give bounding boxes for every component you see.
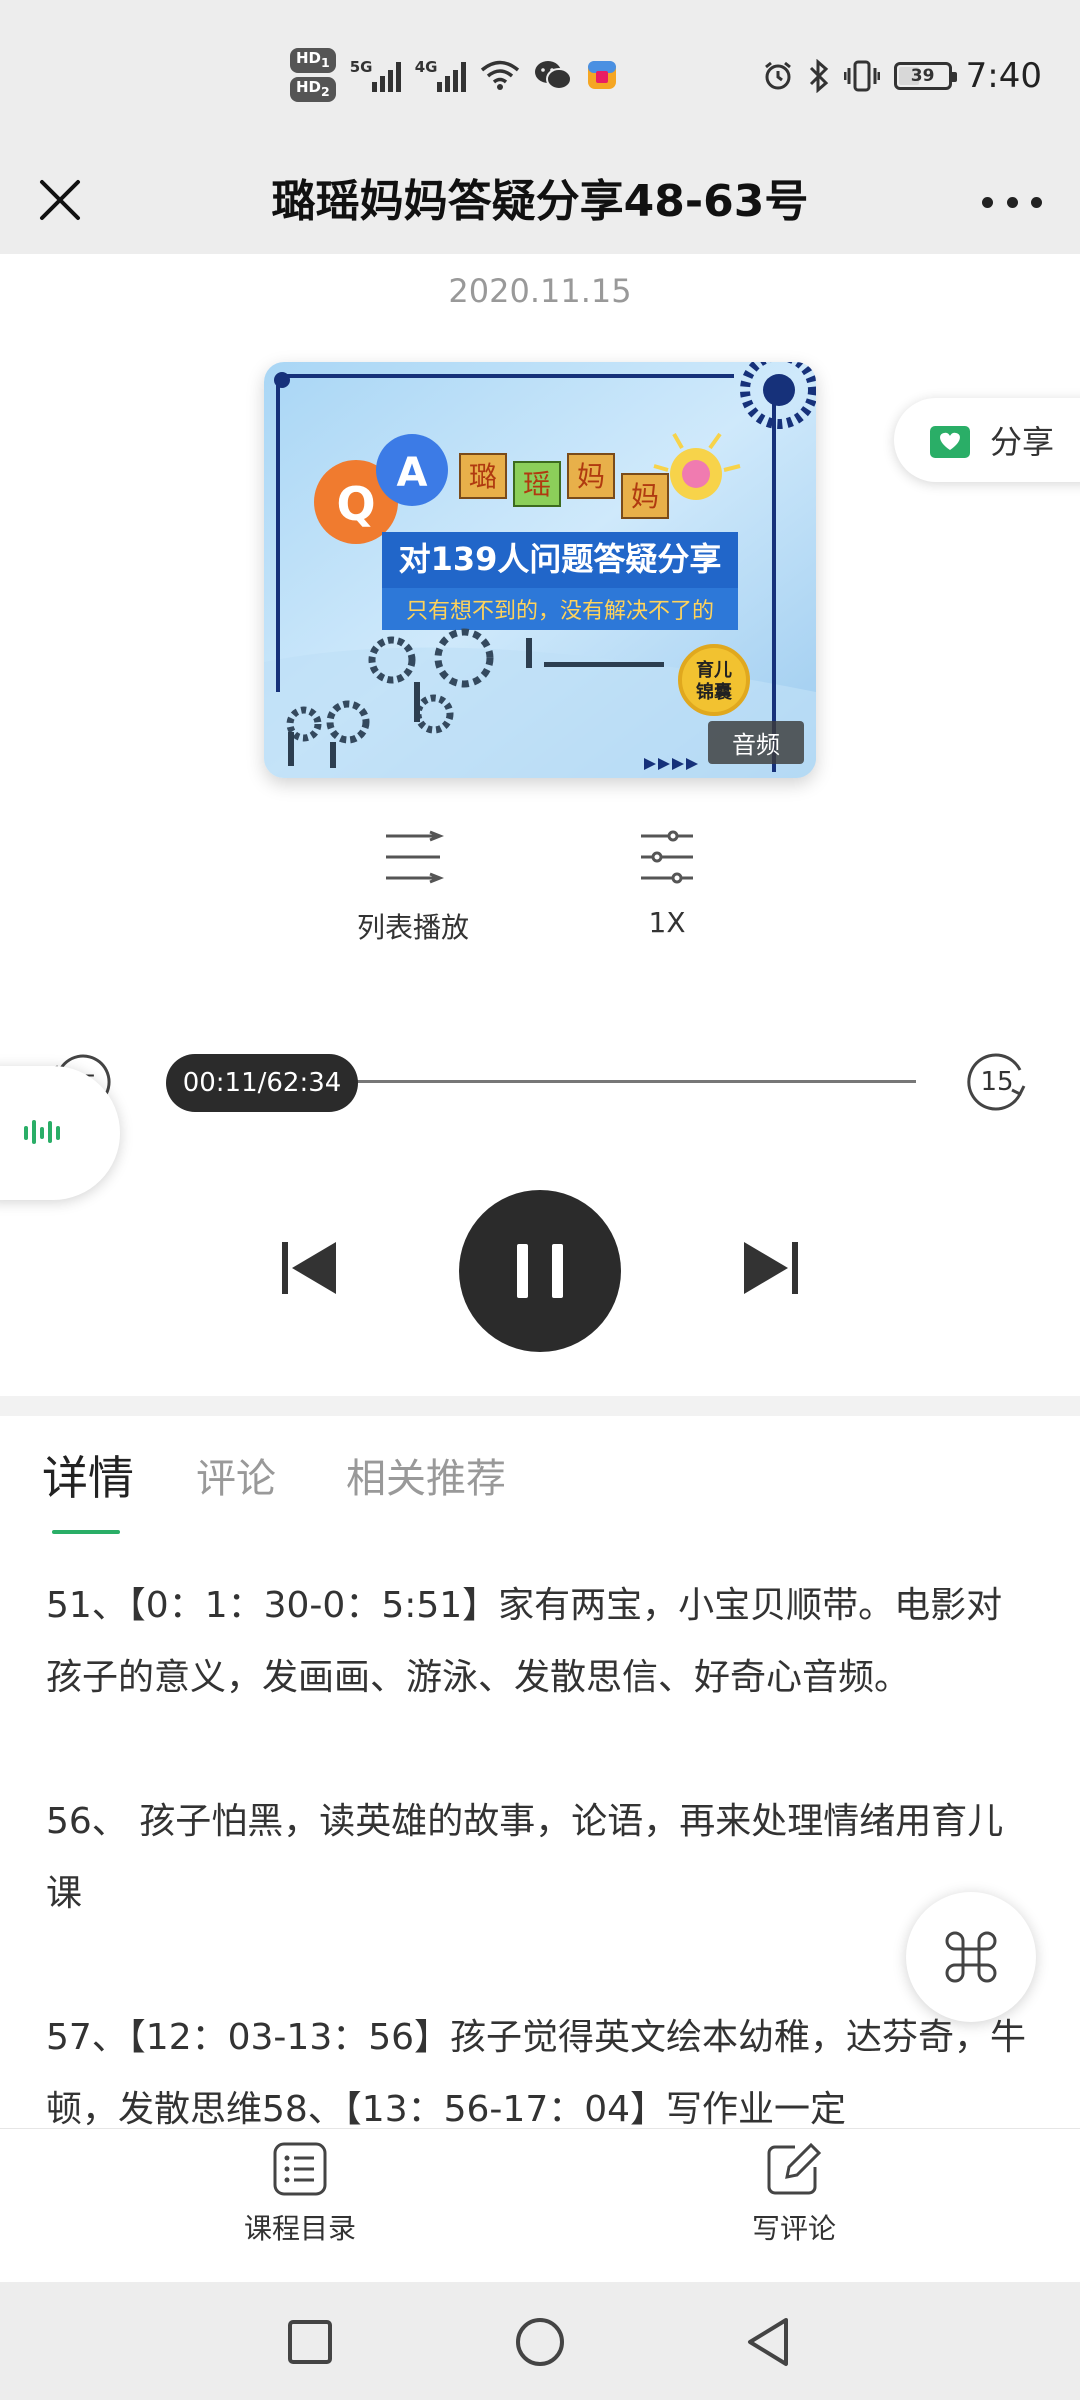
- back-icon[interactable]: [740, 2312, 800, 2372]
- pause-bar-left: [517, 1244, 528, 1298]
- list-play-icon: [386, 830, 445, 884]
- list-play-button[interactable]: 列表播放: [340, 830, 486, 946]
- catalog-icon: [273, 2142, 327, 2196]
- wifi-icon: [480, 60, 519, 90]
- svg-text:妈: 妈: [631, 480, 659, 513]
- command-icon: [945, 1931, 997, 1983]
- speed-label: 1X: [648, 906, 686, 939]
- cover-logo-line1: 育儿: [696, 659, 732, 681]
- floating-menu-button[interactable]: [906, 1892, 1036, 2022]
- tab-comments[interactable]: 评论: [196, 1446, 276, 1504]
- cover-subtitle: 对139人问题答疑分享: [399, 540, 722, 578]
- previous-track-button[interactable]: [278, 1236, 342, 1300]
- hd2-indicator: HD2: [290, 77, 336, 102]
- cover-image: Q A 璐 瑶 妈 妈 对139人问题答疑分享 只有想不到的，没有解决不了的 育…: [264, 362, 816, 778]
- active-tab-indicator: [52, 1530, 120, 1534]
- signal-5g-icon: 5G: [350, 58, 401, 92]
- svg-text:瑶: 瑶: [523, 468, 551, 501]
- svg-text:璐: 璐: [469, 460, 497, 493]
- system-navigation-bar: [0, 2282, 1080, 2400]
- description-paragraph: 51、【0：1：30-0：5:51】家有两宝，小宝贝顺带。电影对孩子的意义，发画…: [46, 1585, 1003, 1698]
- status-left: HD1 HD2 5G 4G: [290, 48, 618, 102]
- audio-wave-icon: [24, 1120, 60, 1144]
- write-comment-button[interactable]: 写评论: [694, 2141, 894, 2247]
- speed-settings-icon: [641, 830, 693, 884]
- share-label: 分享: [990, 423, 1055, 461]
- skip-forward-label: 15: [980, 1067, 1013, 1097]
- status-time: 7:40: [965, 56, 1042, 96]
- comment-label: 写评论: [751, 2212, 836, 2245]
- home-icon[interactable]: [510, 2312, 570, 2372]
- pause-button[interactable]: [459, 1190, 621, 1352]
- episode-date: 2020.11.15: [448, 272, 632, 310]
- cover-logo-line2: 锦囊: [696, 681, 733, 703]
- list-play-label: 列表播放: [356, 911, 469, 944]
- share-button[interactable]: 分享: [894, 398, 1080, 482]
- pause-bar-right: [552, 1244, 563, 1298]
- share-icon: [930, 426, 970, 458]
- edit-icon: [767, 2142, 822, 2195]
- signal-4g-icon: 4G: [415, 58, 466, 92]
- close-icon[interactable]: [30, 170, 90, 230]
- status-bar: HD1 HD2 5G 4G 39 7:40: [0, 0, 1080, 150]
- course-catalog-button[interactable]: 课程目录: [200, 2141, 400, 2247]
- next-track-button[interactable]: [738, 1236, 802, 1300]
- audio-badge: 音频: [708, 721, 804, 764]
- a-letter: A: [397, 450, 428, 496]
- catalog-label: 课程目录: [243, 2212, 356, 2245]
- recent-apps-icon[interactable]: [280, 2312, 340, 2372]
- status-right: 39 7:40: [762, 56, 1042, 96]
- section-divider: [0, 1396, 1080, 1416]
- svg-text:妈: 妈: [577, 460, 605, 493]
- vibrate-icon: [843, 60, 880, 92]
- alarm-icon: [764, 61, 791, 90]
- detail-tabs: 详情 评论 相关推荐: [0, 1416, 1080, 1536]
- app-notification-icon: [587, 61, 616, 89]
- wechat-icon: [534, 61, 572, 90]
- hd-indicators: HD1 HD2: [290, 48, 336, 102]
- battery-indicator: 39: [893, 62, 957, 90]
- page-title: 璐瑶妈妈答疑分享48-63号: [271, 176, 809, 227]
- bluetooth-icon: [809, 59, 828, 93]
- description-paragraph: 56、 孩子怕黑，读英雄的故事，论语，再来处理情绪用育儿课: [46, 1801, 1004, 1914]
- bottom-bar: 课程目录 写评论: [0, 2128, 1080, 2282]
- cover-tagline: 只有想不到的，没有解决不了的: [406, 599, 714, 624]
- hd1-indicator: HD1: [290, 48, 336, 73]
- speed-button[interactable]: 1X: [600, 830, 734, 939]
- nav-bar: 璐瑶妈妈答疑分享48-63号: [0, 150, 1080, 254]
- q-letter: Q: [336, 477, 375, 531]
- description-paragraph: 57、【12：03-13：56】孩子觉得英文绘本幼稚，达芬奇，牛顿，发散思维58…: [46, 2017, 1027, 2130]
- cover-artwork: Q A 璐 瑶 妈 妈 对139人问题答疑分享 只有想不到的，没有解决不了的 育…: [264, 362, 816, 778]
- description-text: 51、【0：1：30-0：5:51】家有两宝，小宝贝顺带。电影对孩子的意义，发画…: [46, 1570, 1036, 2130]
- tab-recommended[interactable]: 相关推荐: [346, 1446, 506, 1504]
- tab-details[interactable]: 详情: [42, 1442, 134, 1508]
- progress-thumb-time[interactable]: 00:11/62:34: [166, 1054, 358, 1112]
- more-options-icon[interactable]: [982, 180, 1042, 224]
- skip-forward-15-button[interactable]: 15: [966, 1048, 1032, 1114]
